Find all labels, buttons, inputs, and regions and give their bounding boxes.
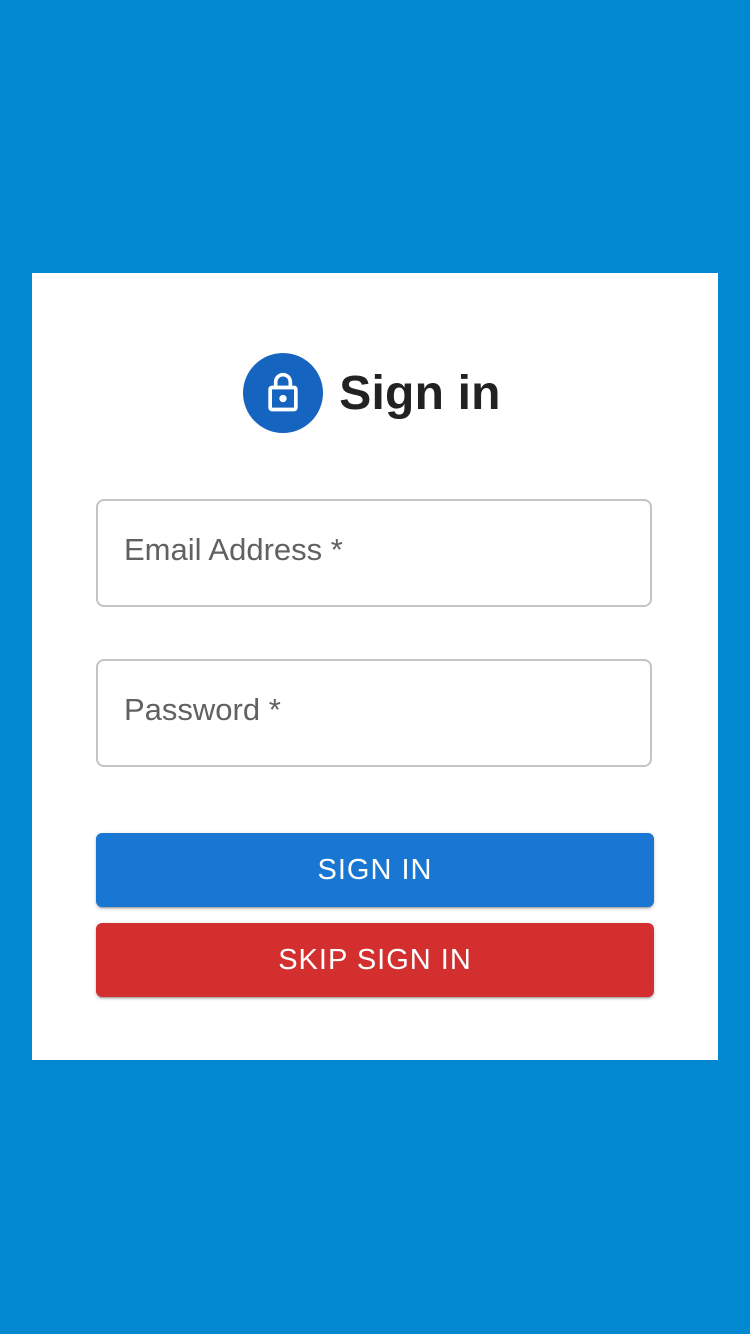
password-input[interactable]	[98, 661, 650, 765]
avatar	[243, 353, 324, 433]
sign-in-button-label: SIGN IN	[317, 853, 433, 886]
password-field[interactable]	[96, 659, 652, 767]
sign-in-card: Sign in SIGN IN SKIP SIGN IN	[32, 273, 718, 1060]
sign-in-header: Sign in	[32, 353, 718, 433]
email-field[interactable]	[96, 499, 652, 607]
skip-sign-in-button[interactable]: SKIP SIGN IN	[96, 923, 654, 997]
skip-sign-in-button-label: SKIP SIGN IN	[278, 943, 472, 976]
email-input[interactable]	[98, 501, 650, 605]
lock-icon	[268, 372, 298, 412]
page: { "header": { "icon": "lock-icon", "titl…	[0, 0, 750, 1334]
page-title: Sign in	[339, 366, 501, 420]
sign-in-button[interactable]: SIGN IN	[96, 833, 654, 907]
